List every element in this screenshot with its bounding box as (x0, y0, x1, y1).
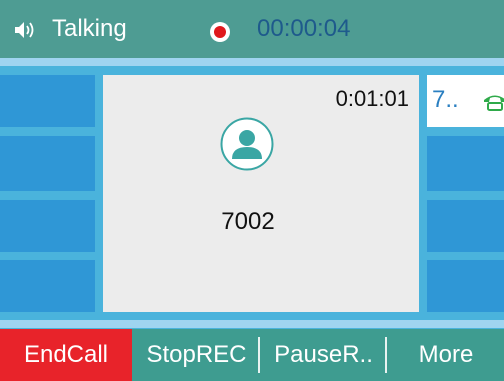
stop-recording-button[interactable]: StopREC (134, 329, 259, 381)
left-line-key-1[interactable] (0, 75, 95, 127)
bottom-divider-strip (0, 320, 504, 328)
phone-icon (484, 95, 504, 111)
more-button[interactable]: More (388, 329, 504, 381)
recording-timer: 00:00:04 (257, 15, 351, 42)
call-status-text: Talking (52, 15, 127, 42)
call-duration: 0:01:01 (335, 86, 409, 111)
softkey-bar: EndCall StopREC PauseR.. More (0, 329, 504, 381)
line-key-label: 7.. (432, 86, 459, 113)
softkey-divider (258, 337, 260, 373)
pause-recording-button[interactable]: PauseR.. (261, 329, 386, 381)
right-line-key-4[interactable] (427, 260, 504, 312)
left-line-key-2[interactable] (0, 136, 95, 191)
left-line-key-3[interactable] (0, 200, 95, 252)
contact-number: 7002 (221, 208, 275, 235)
softkey-divider (385, 337, 387, 373)
contact-avatar-icon (220, 117, 274, 171)
recording-icon (210, 22, 230, 42)
right-line-key-1[interactable]: 7.. (427, 75, 504, 127)
top-divider-strip (0, 58, 504, 66)
left-line-key-4[interactable] (0, 260, 95, 312)
end-call-button[interactable]: EndCall (0, 329, 132, 381)
right-line-key-2[interactable] (427, 136, 504, 191)
right-line-key-3[interactable] (427, 200, 504, 252)
speaker-icon (15, 22, 34, 38)
status-bar: Talking 00:00:04 (0, 0, 504, 58)
call-panel: 0:01:01 7002 (103, 75, 419, 312)
